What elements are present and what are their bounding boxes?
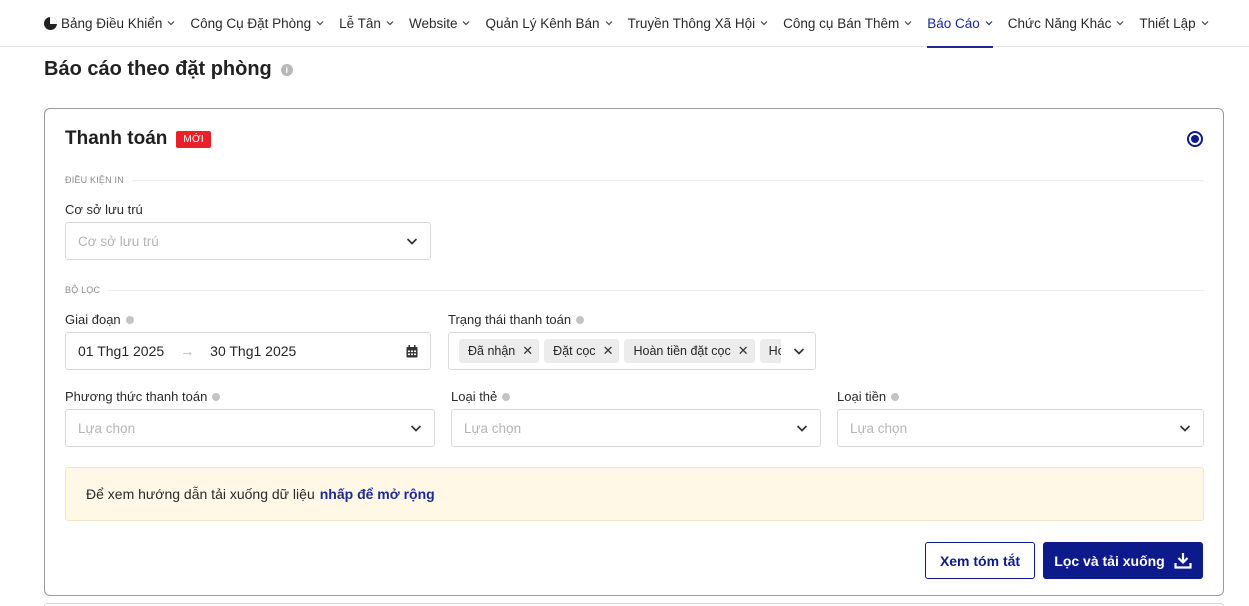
arrow-right-icon: → bbox=[180, 343, 195, 359]
section-divider bbox=[131, 179, 1204, 181]
status-tag: Đã nhận ✕ bbox=[459, 339, 540, 363]
nav-item-label: Công Cụ Đặt Phòng bbox=[190, 15, 312, 31]
info-icon[interactable] bbox=[576, 315, 585, 324]
chevron-down-icon bbox=[793, 348, 805, 355]
card-title: Thanh toán MỚI bbox=[65, 128, 211, 150]
payment-method-placeholder: Lựa chọn bbox=[78, 420, 136, 436]
currency-select[interactable]: Lựa chọn bbox=[837, 409, 1204, 447]
property-placeholder: Cơ sở lưu trú bbox=[78, 233, 159, 249]
download-guide-notice: Để xem hướng dẫn tải xuống dữ liệu nhấp … bbox=[65, 467, 1204, 521]
filters-section: BỘ LỌC bbox=[65, 285, 1204, 295]
nav-booking-tools[interactable]: Công Cụ Đặt Phòng bbox=[190, 0, 324, 47]
status-tag: Đặt cọc ✕ bbox=[544, 339, 620, 363]
chevron-down-icon bbox=[985, 21, 993, 26]
chevron-down-icon bbox=[1116, 21, 1124, 26]
nav-item-label: Công cụ Bán Thêm bbox=[783, 15, 900, 31]
currency-label: Loại tiền bbox=[837, 389, 900, 404]
chevron-down-icon bbox=[167, 21, 175, 26]
info-icon[interactable] bbox=[891, 392, 900, 401]
nav-item-label: Báo Cáo bbox=[927, 15, 980, 31]
info-icon[interactable]: i bbox=[280, 63, 293, 76]
status-tag-label: Đã nhận bbox=[468, 344, 516, 358]
nav-item-label: Lễ Tân bbox=[339, 15, 381, 31]
payment-method-select[interactable]: Lựa chọn bbox=[65, 409, 435, 447]
nav-front-desk[interactable]: Lễ Tân bbox=[339, 0, 394, 47]
download-icon bbox=[1174, 553, 1192, 569]
chevron-down-icon bbox=[463, 21, 470, 26]
period-date-range[interactable]: 01 Thg1 2025 → 30 Thg1 2025 bbox=[65, 332, 431, 370]
filter-download-button[interactable]: Lọc và tải xuống bbox=[1043, 542, 1203, 579]
nav-item-label: Bảng Điều Khiển bbox=[61, 15, 163, 31]
nav-item-label: Quản Lý Kênh Bán bbox=[485, 15, 600, 31]
close-icon[interactable]: ✕ bbox=[603, 343, 614, 359]
calendar-icon bbox=[406, 345, 418, 358]
currency-label-text: Loại tiền bbox=[837, 389, 887, 404]
period-label-text: Giai đoạn bbox=[65, 312, 121, 327]
payment-report-card: Thanh toán MỚI ĐIỀU KIỆN IN Cơ sở lưu tr… bbox=[44, 108, 1224, 596]
period-start[interactable]: 01 Thg1 2025 bbox=[78, 343, 164, 359]
payment-status-label-text: Trạng thái thanh toán bbox=[448, 312, 572, 327]
info-icon[interactable] bbox=[502, 392, 511, 401]
page-title: Báo cáo theo đặt phòng i bbox=[44, 58, 293, 81]
top-navigation: Bảng Điều Khiển Công Cụ Đặt Phòng Lễ Tân We… bbox=[0, 0, 1249, 48]
expand-guide-link[interactable]: nhấp để mở rộng bbox=[320, 486, 435, 502]
property-select[interactable]: Cơ sở lưu trú bbox=[65, 222, 431, 260]
print-conditions-label: ĐIỀU KIỆN IN bbox=[65, 175, 124, 185]
close-icon[interactable]: ✕ bbox=[738, 343, 749, 359]
chevron-down-icon bbox=[760, 21, 768, 26]
card-type-label: Loại thẻ bbox=[451, 389, 511, 404]
status-tag: Hoàn tiền đặt cọc ✕ bbox=[624, 339, 755, 363]
chevron-down-icon bbox=[605, 21, 613, 26]
chevron-down-icon bbox=[1201, 21, 1209, 26]
info-icon[interactable] bbox=[212, 392, 221, 401]
payment-method-label-text: Phương thức thanh toán bbox=[65, 389, 208, 404]
status-tag-label: Đặt cọc bbox=[553, 344, 596, 358]
filter-download-label: Lọc và tải xuống bbox=[1054, 552, 1165, 569]
currency-placeholder: Lựa chọn bbox=[850, 420, 908, 436]
property-label: Cơ sở lưu trú bbox=[65, 202, 143, 217]
nav-dashboard[interactable]: Bảng Điều Khiển bbox=[61, 0, 175, 47]
nav-item-label: Thiết Lập bbox=[1139, 15, 1196, 31]
nav-social-media[interactable]: Truyền Thông Xã Hội bbox=[628, 0, 769, 47]
filters-label: BỘ LỌC bbox=[65, 285, 101, 295]
period-label: Giai đoạn bbox=[65, 312, 134, 327]
print-conditions-section: ĐIỀU KIỆN IN bbox=[65, 175, 1204, 185]
payment-status-label: Trạng thái thanh toán bbox=[448, 312, 585, 327]
card-title-text: Thanh toán bbox=[65, 128, 168, 149]
view-summary-button[interactable]: Xem tóm tắt bbox=[925, 542, 1035, 579]
nav-reports[interactable]: Báo Cáo bbox=[927, 0, 993, 48]
chevron-down-icon bbox=[410, 425, 422, 432]
card-type-label-text: Loại thẻ bbox=[451, 389, 498, 404]
nav-item-label: Website bbox=[408, 15, 458, 31]
period-end[interactable]: 30 Thg1 2025 bbox=[210, 343, 296, 359]
nav-other-functions[interactable]: Chức Năng Khác bbox=[1008, 0, 1125, 47]
view-summary-label: Xem tóm tắt bbox=[939, 552, 1021, 569]
property-label-text: Cơ sở lưu trú bbox=[65, 202, 143, 217]
chevron-down-icon bbox=[406, 238, 418, 245]
payment-method-label: Phương thức thanh toán bbox=[65, 389, 221, 404]
nav-settings[interactable]: Thiết Lập bbox=[1139, 0, 1209, 47]
card-type-select[interactable]: Lựa chọn bbox=[451, 409, 821, 447]
info-icon[interactable] bbox=[125, 315, 134, 324]
new-badge: MỚI bbox=[176, 130, 211, 148]
page-title-text: Báo cáo theo đặt phòng bbox=[44, 58, 272, 80]
logo-icon bbox=[44, 16, 57, 30]
payment-status-multiselect[interactable]: Đã nhận ✕ Đặt cọc ✕ Hoàn tiền đặt cọc ✕ Hoà… bbox=[448, 332, 816, 370]
chevron-down-icon bbox=[316, 21, 324, 26]
chevron-down-icon bbox=[904, 21, 912, 26]
chevron-down-icon bbox=[386, 21, 394, 26]
status-tag-label: Hoàn tiền đặt cọc bbox=[633, 344, 731, 358]
nav-item-label: Chức Năng Khác bbox=[1007, 15, 1112, 31]
close-icon[interactable]: ✕ bbox=[522, 343, 533, 359]
chevron-down-icon bbox=[1179, 425, 1191, 432]
nav-channel-manager[interactable]: Quản Lý Kênh Bán bbox=[485, 0, 613, 47]
nav-upsell-tools[interactable]: Công cụ Bán Thêm bbox=[783, 0, 912, 47]
nav-item-label: Truyền Thông Xã Hội bbox=[627, 15, 756, 31]
report-select-radio[interactable] bbox=[1187, 131, 1203, 147]
chevron-down-icon bbox=[796, 425, 808, 432]
section-divider bbox=[108, 289, 1204, 291]
notice-text: Để xem hướng dẫn tải xuống dữ liệu bbox=[86, 486, 315, 502]
card-type-placeholder: Lựa chọn bbox=[464, 420, 522, 436]
nav-website[interactable]: Website bbox=[409, 0, 471, 47]
